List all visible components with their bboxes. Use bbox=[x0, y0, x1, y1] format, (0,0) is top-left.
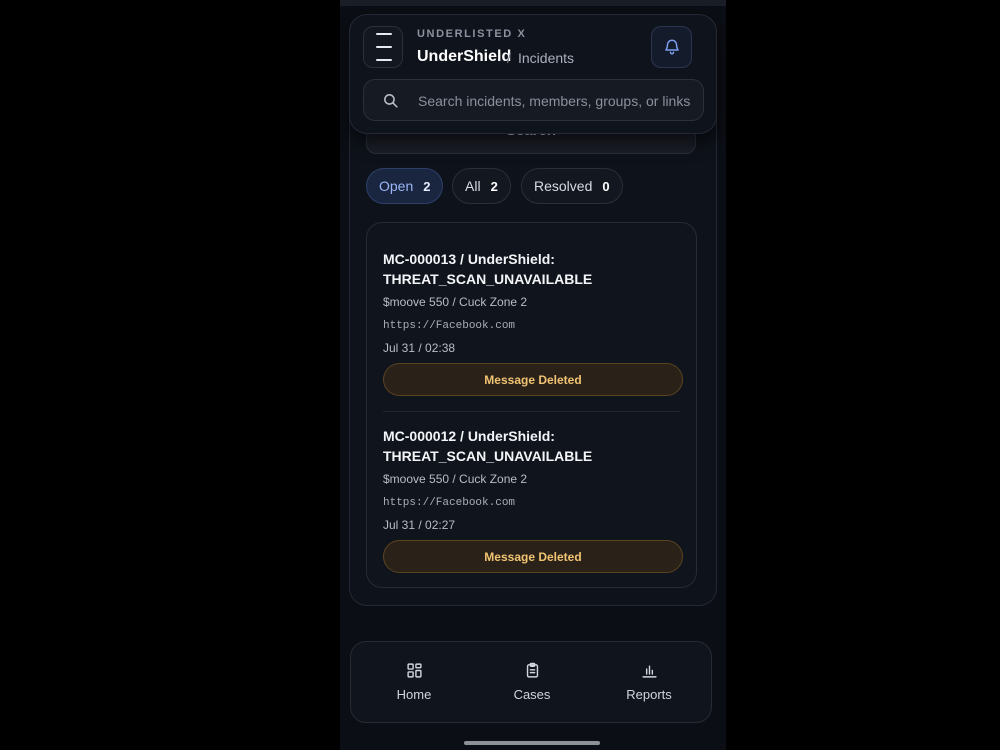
filter-open-tab[interactable]: Open 2 bbox=[366, 168, 444, 204]
incident-timestamp: Jul 31 / 02:38 bbox=[383, 341, 456, 355]
nav-label: Reports bbox=[626, 687, 672, 702]
breadcrumb-page: Incidents bbox=[518, 50, 575, 66]
nav-label: Cases bbox=[513, 687, 551, 702]
bottom-nav: Home Cases Reports bbox=[350, 641, 712, 723]
breadcrumb-separator: / bbox=[507, 50, 511, 66]
home-indicator bbox=[464, 741, 600, 745]
bar-chart-icon bbox=[641, 665, 657, 678]
incident-title: MC-000012 / UnderShield: THREAT_SCAN_UNA… bbox=[383, 428, 593, 464]
nav-reports[interactable]: Reports bbox=[599, 662, 699, 702]
menu-icon bbox=[376, 59, 392, 61]
nav-label: Home bbox=[396, 687, 432, 702]
incident-link[interactable]: https://Facebook.com bbox=[383, 320, 683, 332]
nav-cases[interactable]: Cases bbox=[482, 662, 582, 702]
filter-label: Open bbox=[379, 178, 414, 194]
status-bar bbox=[340, 0, 726, 6]
brand-kicker: UNDERLISTED X bbox=[417, 28, 527, 40]
filter-count: 2 bbox=[423, 178, 431, 194]
search-field[interactable] bbox=[363, 79, 704, 121]
clipboard-icon bbox=[526, 662, 538, 678]
search-icon bbox=[384, 94, 398, 108]
filter-label: All bbox=[465, 178, 481, 194]
filter-label: Resolved bbox=[534, 178, 593, 194]
notifications-button[interactable] bbox=[651, 26, 692, 68]
filter-all-tab[interactable]: All 2 bbox=[452, 168, 511, 204]
incident-list: MC-000013 / UnderShield: THREAT_SCAN_UNA… bbox=[366, 222, 697, 588]
incident-group: $moove 550 / Cuck Zone 2 bbox=[383, 295, 528, 309]
nav-home[interactable]: Home bbox=[364, 662, 464, 702]
status-badge[interactable]: Message Deleted bbox=[383, 363, 683, 396]
phone-screen: Search Open 2 All 2 Resolved 0 MC-000013… bbox=[340, 0, 726, 750]
status-badge[interactable]: Message Deleted bbox=[383, 540, 683, 573]
incident-link[interactable]: https://Facebook.com bbox=[383, 497, 683, 509]
incident-item[interactable]: MC-000012 / UnderShield: THREAT_SCAN_UNA… bbox=[383, 426, 683, 573]
grid-icon bbox=[406, 663, 422, 678]
menu-icon bbox=[376, 33, 392, 35]
incident-group: $moove 550 / Cuck Zone 2 bbox=[383, 472, 528, 486]
app-header: UNDERLISTED X UnderShield / Incidents bbox=[349, 14, 717, 134]
filter-count: 2 bbox=[490, 178, 498, 194]
filter-count: 0 bbox=[602, 178, 610, 194]
brand-title[interactable]: UnderShield bbox=[417, 48, 511, 66]
search-input[interactable] bbox=[416, 80, 700, 120]
incident-item[interactable]: MC-000013 / UnderShield: THREAT_SCAN_UNA… bbox=[383, 249, 683, 396]
filter-resolved-tab[interactable]: Resolved 0 bbox=[521, 168, 623, 204]
menu-button[interactable] bbox=[363, 26, 403, 68]
incident-title: MC-000013 / UnderShield: THREAT_SCAN_UNA… bbox=[383, 251, 593, 287]
divider bbox=[383, 411, 680, 412]
incident-timestamp: Jul 31 / 02:27 bbox=[383, 518, 456, 532]
menu-icon bbox=[376, 46, 392, 48]
bell-icon bbox=[664, 39, 679, 55]
